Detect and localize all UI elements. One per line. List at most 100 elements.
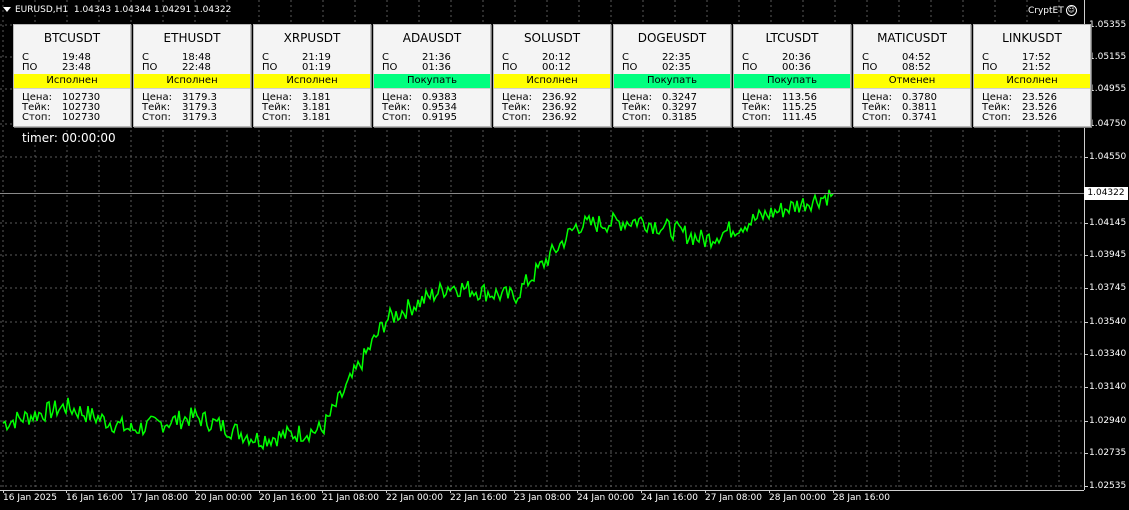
card-to-label: ПО — [982, 62, 998, 73]
card-to-time: 22:48 — [182, 62, 211, 73]
card-symbol: ETHUSDT — [163, 31, 221, 45]
card-to-label: ПО — [262, 62, 278, 73]
price-tick: 1.05155 — [1083, 52, 1127, 62]
current-price-label: 1.04322 — [1084, 187, 1128, 200]
signal-card-ethusdt[interactable]: ETHUSDT С 18:48 ПО 22:48 Исполнен Цена: 3179.3 Т… — [133, 24, 251, 127]
card-status-badge: Исполнен — [254, 74, 370, 88]
timer-label: timer: 00:00:00 — [22, 131, 116, 145]
card-stop-label: Стоп: — [742, 112, 771, 123]
card-stop-value: 0.3741 — [902, 112, 937, 123]
card-symbol: XRPUSDT — [283, 31, 341, 45]
card-to-time: 00:12 — [542, 62, 571, 73]
card-status-badge: Исполнен — [14, 74, 130, 88]
card-stop-label: Стоп: — [982, 112, 1011, 123]
card-stop-value: 0.3185 — [662, 112, 697, 123]
price-tick: 1.03745 — [1083, 283, 1127, 293]
time-tick: 24 Jan 00:00 — [577, 490, 634, 503]
card-to-time: 08:52 — [902, 62, 931, 73]
price-tick: 1.04955 — [1083, 84, 1127, 94]
brand-name: CryptET — [1028, 6, 1064, 16]
card-to-label: ПО — [382, 62, 398, 73]
signal-card-btcusdt[interactable]: BTCUSDT С 19:48 ПО 23:48 Исполнен Цена: 102730 Т… — [13, 24, 131, 127]
time-tick: 23 Jan 08:00 — [514, 490, 571, 503]
card-status-badge: Покупать — [374, 74, 490, 88]
card-status-badge: Исполнен — [134, 74, 250, 88]
card-symbol: ADAUSDT — [402, 31, 462, 45]
brand-label: CryptET ☺ — [1028, 5, 1077, 16]
card-status-badge: Исполнен — [494, 74, 610, 88]
price-tick: 1.05355 — [1083, 20, 1127, 30]
card-divider — [14, 88, 130, 89]
chevron-down-icon[interactable] — [3, 7, 11, 12]
card-divider — [134, 88, 250, 89]
time-tick: 16 Jan 2025 — [3, 490, 57, 503]
card-stop-label: Стоп: — [382, 112, 411, 123]
time-tick: 16 Jan 16:00 — [66, 490, 123, 503]
time-tick: 28 Jan 16:00 — [833, 490, 890, 503]
card-symbol: SOLUSDT — [523, 31, 581, 45]
signal-card-maticusdt[interactable]: MATICUSDT С 04:52 ПО 08:52 Отменен Цена: 0.3780… — [853, 24, 971, 127]
time-axis[interactable]: 16 Jan 2025 16 Jan 16:00 17 Jan 08:00 20 Ja… — [0, 490, 1084, 510]
signal-card-linkusdt[interactable]: LINKUSDT С 17:52 ПО 21:52 Исполнен Цена: 23.526… — [973, 24, 1091, 127]
card-to-label: ПО — [862, 62, 878, 73]
signal-card-dogeusdt[interactable]: DOGEUSDT С 22:35 ПО 02:35 Покупать Цена: 0.3247… — [613, 24, 731, 127]
card-stop-value: 111.45 — [782, 112, 817, 123]
card-stop-value: 0.9195 — [422, 112, 457, 123]
chart-symbol: EURUSD,H1 — [15, 5, 69, 15]
card-divider — [734, 88, 850, 89]
card-symbol: DOGEUSDT — [637, 31, 707, 45]
card-stop-value: 23.526 — [1022, 112, 1057, 123]
card-symbol: BTCUSDT — [43, 31, 101, 45]
card-status-badge: Покупать — [614, 74, 730, 88]
card-status-badge: Отменен — [854, 74, 970, 88]
card-status-badge: Исполнен — [974, 74, 1090, 88]
card-symbol: LTCUSDT — [765, 31, 819, 45]
price-tick: 1.03140 — [1083, 382, 1127, 392]
card-to-time: 01:36 — [422, 62, 451, 73]
card-stop-label: Стоп: — [142, 112, 171, 123]
card-divider — [374, 88, 490, 89]
price-tick: 1.04145 — [1083, 218, 1127, 228]
card-to-label: ПО — [142, 62, 158, 73]
card-divider — [614, 88, 730, 89]
card-to-time: 02:35 — [662, 62, 691, 73]
signal-card-ltcusdt[interactable]: LTCUSDT С 20:36 ПО 00:36 Покупать Цена: 113.56 Т… — [733, 24, 851, 127]
price-tick: 1.03340 — [1083, 349, 1127, 359]
time-tick: 22 Jan 00:00 — [386, 490, 443, 503]
card-divider — [254, 88, 370, 89]
card-stop-label: Стоп: — [262, 112, 291, 123]
signal-card-solusdt[interactable]: SOLUSDT С 20:12 ПО 00:12 Исполнен Цена: 236.92 Т… — [493, 24, 611, 127]
chart-ohlc: 1.04343 1.04344 1.04291 1.04322 — [73, 5, 232, 15]
card-divider — [974, 88, 1090, 89]
price-tick: 1.02940 — [1083, 416, 1127, 426]
card-to-time: 21:52 — [1022, 62, 1051, 73]
price-series-line — [2, 189, 834, 451]
terminal-window: 1.05355 1.05155 1.04955 1.04750 1.04550 1.041… — [0, 0, 1129, 510]
chart-header[interactable]: EURUSD,H1 1.04343 1.04344 1.04291 1.0432… — [3, 5, 231, 15]
card-to-label: ПО — [502, 62, 518, 73]
time-tick: 17 Jan 08:00 — [131, 490, 188, 503]
card-stop-value: 3179.3 — [182, 112, 217, 123]
card-symbol: MATICUSDT — [877, 31, 947, 45]
card-stop-value: 3.181 — [302, 112, 331, 123]
price-tick: 1.04550 — [1083, 152, 1127, 162]
price-tick: 1.03540 — [1083, 317, 1127, 327]
signal-card-xrpusdt[interactable]: XRPUSDT С 21:19 ПО 01:19 Исполнен Цена: 3.181 Те… — [253, 24, 371, 127]
card-stop-label: Стоп: — [622, 112, 651, 123]
card-status-badge: Покупать — [734, 74, 850, 88]
time-tick: 20 Jan 00:00 — [195, 490, 252, 503]
card-stop-label: Стоп: — [862, 112, 891, 123]
card-stop-value: 102730 — [62, 112, 101, 123]
card-to-time: 00:36 — [782, 62, 811, 73]
card-divider — [494, 88, 610, 89]
price-tick: 1.03945 — [1083, 250, 1127, 260]
card-to-label: ПО — [22, 62, 38, 73]
price-tick: 1.04750 — [1083, 119, 1127, 129]
card-stop-value: 236.92 — [542, 112, 577, 123]
signal-card-adausdt[interactable]: ADAUSDT С 21:36 ПО 01:36 Покупать Цена: 0.9383 Т… — [373, 24, 491, 127]
time-tick: 27 Jan 08:00 — [705, 490, 762, 503]
price-tick: 1.02735 — [1083, 448, 1127, 458]
card-to-label: ПО — [622, 62, 638, 73]
current-price-line — [0, 193, 1084, 194]
card-symbol: LINKUSDT — [1002, 31, 1062, 45]
